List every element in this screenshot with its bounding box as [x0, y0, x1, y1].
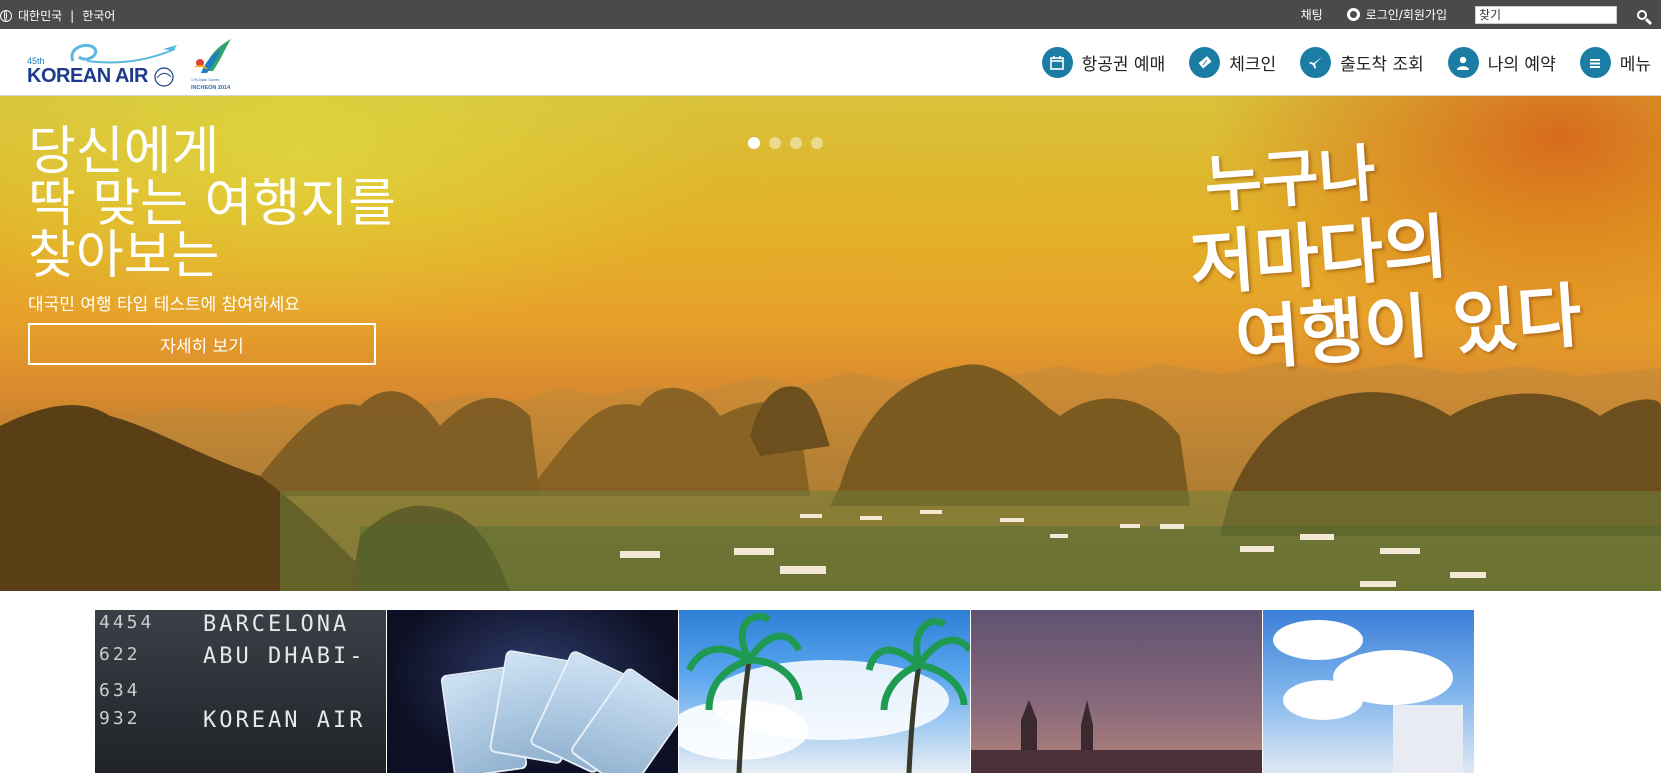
search-input[interactable] — [1475, 5, 1617, 24]
nav-ticket-booking[interactable]: 항공권 예매 — [1041, 47, 1166, 78]
thumbnail-cards[interactable] — [387, 610, 678, 773]
asian-games-logo: 17th Asian Games INCHEON 2014 — [191, 37, 239, 91]
nav-check-in[interactable]: 체크인 — [1189, 47, 1276, 78]
main-header: 45th KOREAN AIR 17th Asian Games INCHEON… — [0, 29, 1661, 97]
search-button[interactable] — [1627, 0, 1657, 29]
hero-details-button[interactable]: 자세히 보기 — [28, 323, 376, 365]
topbar-right: 채팅 로그인/회원가입 — [1301, 0, 1661, 29]
main-nav: 항공권 예매 체크인 출도착 조회 나의 예약 메뉴 — [1018, 47, 1651, 78]
hero-title-line2: 딱 맞는 여행지를 — [28, 174, 396, 234]
locale-language[interactable]: 한국어 — [82, 7, 115, 24]
cloud-shape — [1283, 680, 1363, 720]
thumbnail-departure-board[interactable]: 4454 BARCELONA 622 ABU DHABI- 634 932 KO… — [95, 610, 386, 773]
globe-icon — [0, 9, 12, 22]
board-row-city: ABU DHABI- — [203, 644, 366, 669]
airplane-icon — [1300, 47, 1332, 78]
board-row: 4454 BARCELONA — [95, 612, 386, 638]
top-utility-bar: 대한민국 | 한국어 채팅 로그인/회원가입 — [0, 0, 1661, 29]
asian-games-caption: INCHEON 2014 — [191, 85, 231, 91]
person-icon — [1447, 47, 1479, 78]
nav-my-reservation[interactable]: 나의 예약 — [1447, 47, 1556, 78]
asian-games-subcaption: 17th Asian Games — [191, 78, 220, 82]
building-image — [1393, 705, 1463, 773]
locale-separator: | — [70, 8, 75, 23]
nav-label-menu[interactable]: 메뉴 — [1620, 50, 1651, 75]
board-row: 622 ABU DHABI- — [95, 644, 386, 670]
hero-banner[interactable]: 당신에게 딱 맞는 여행지를 찾아보는 대국민 여행 타입 테스트에 참여하세요… — [0, 96, 1661, 591]
login-link[interactable]: 로그인/회원가입 — [1346, 6, 1447, 23]
chat-link[interactable]: 채팅 — [1301, 6, 1323, 23]
logo-text: KOREAN AIR — [27, 65, 148, 87]
thumbnail-palm-trees[interactable] — [679, 610, 970, 773]
slide-dot-4[interactable] — [811, 137, 823, 149]
promo-thumbnails: 4454 BARCELONA 622 ABU DHABI- 634 932 KO… — [95, 610, 1475, 773]
ticket-icon — [1189, 47, 1221, 78]
thumbnail-prague[interactable] — [971, 610, 1262, 773]
board-row-number: 4454 — [99, 612, 155, 633]
korean-air-logo[interactable]: 45th KOREAN AIR — [27, 39, 187, 91]
hero-title: 당신에게 딱 맞는 여행지를 찾아보는 — [28, 126, 396, 282]
login-icon — [1346, 8, 1360, 21]
search-icon — [1637, 9, 1647, 20]
hero-title-line1: 당신에게 — [28, 122, 220, 182]
thumbnail-sky[interactable] — [1263, 610, 1474, 773]
asian-games-emblem-icon — [194, 39, 231, 73]
nav-label-ticket-booking[interactable]: 항공권 예매 — [1082, 50, 1166, 75]
prague-skyline-image — [971, 700, 1262, 773]
board-row: 932 KOREAN AIR — [95, 708, 386, 734]
board-row-city: BARCELONA — [203, 612, 350, 637]
hero-title-line3: 찾아보는 — [28, 226, 220, 286]
menu-icon — [1579, 47, 1611, 78]
nav-menu[interactable]: 메뉴 — [1579, 47, 1651, 78]
nav-label-check-in[interactable]: 체크인 — [1229, 50, 1276, 75]
palm-trees-image — [679, 612, 970, 773]
nav-label-flight-status[interactable]: 출도착 조회 — [1340, 50, 1424, 75]
nav-flight-status[interactable]: 출도착 조회 — [1300, 47, 1424, 78]
nav-label-my-reservation[interactable]: 나의 예약 — [1488, 50, 1556, 75]
hero-slogan: 누구나 저마다의 여행이 있다 — [1182, 125, 1584, 381]
board-row-number: 932 — [99, 708, 141, 729]
board-row: 634 — [95, 680, 386, 706]
slide-dot-2[interactable] — [769, 137, 781, 149]
cloud-shape — [1273, 620, 1363, 660]
board-row-number: 634 — [99, 680, 141, 701]
board-row-number: 622 — [99, 644, 141, 665]
skyteam-icon — [154, 67, 174, 87]
slide-dot-3[interactable] — [790, 137, 802, 149]
calendar-icon — [1041, 47, 1073, 78]
locale-selector[interactable]: 대한민국 | 한국어 — [0, 7, 115, 24]
login-label[interactable]: 로그인/회원가입 — [1366, 6, 1447, 23]
locale-country[interactable]: 대한민국 — [18, 7, 62, 24]
slide-indicator — [748, 137, 823, 149]
hero-subtitle: 대국민 여행 타입 테스트에 참여하세요 — [28, 295, 300, 315]
slide-dot-1[interactable] — [748, 137, 760, 149]
board-row-city: KOREAN AIR — [203, 708, 366, 733]
